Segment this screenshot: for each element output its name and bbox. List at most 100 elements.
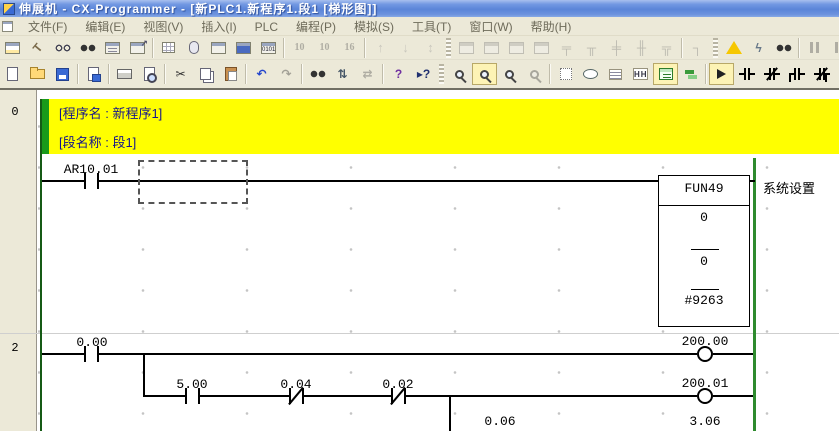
find-button[interactable] [305, 63, 330, 85]
menu-item-plc[interactable]: PLC [246, 18, 287, 36]
work-online-button[interactable]: ϟ [746, 37, 771, 59]
upload-button[interactable]: ↑ [368, 37, 393, 59]
context-help-button[interactable]: ▸? [411, 63, 436, 85]
rung-annotation-button[interactable] [603, 63, 628, 85]
download-button[interactable]: ↓ [393, 37, 418, 59]
rung-comment-button[interactable] [578, 63, 603, 85]
wire [42, 353, 84, 355]
io-comment-window-button[interactable] [206, 37, 231, 59]
rung-comment-icon [583, 69, 598, 79]
zoom-to-fit-button[interactable] [497, 63, 522, 85]
monitor-window-button[interactable] [231, 37, 256, 59]
change-all-button[interactable]: ⇄ [355, 63, 380, 85]
find-report-window-button[interactable] [75, 37, 100, 59]
ladder-view-button[interactable] [653, 63, 678, 85]
menu-item-simulation[interactable]: 模拟(S) [345, 18, 403, 36]
new-contact-button[interactable] [734, 63, 759, 85]
reset-instruction-button[interactable]: ╦ [654, 37, 679, 59]
menu-item-insert[interactable]: 插入(I) [192, 18, 245, 36]
address-reference-tool-button[interactable] [181, 37, 206, 59]
signed-decimal-display-button[interactable]: 10 [312, 37, 337, 59]
menu-item-program[interactable]: 编程(P) [287, 18, 345, 36]
differentiate-down-button[interactable]: ╥ [579, 37, 604, 59]
hex-display-button[interactable]: 16 [337, 37, 362, 59]
menu-item-help[interactable]: 帮助(H) [522, 18, 581, 36]
local-window-icon: T [30, 40, 45, 55]
workspace-toggle-button[interactable] [0, 37, 25, 59]
save-button[interactable] [50, 63, 75, 85]
open-button[interactable] [25, 63, 50, 85]
compare-button[interactable]: ↕ [418, 37, 443, 59]
zoom-out-icon [480, 70, 489, 79]
new-or-contact-button[interactable] [784, 63, 809, 85]
toolbar-grip[interactable] [713, 38, 718, 58]
menu-item-window[interactable]: 窗口(W) [460, 18, 521, 36]
zoom-in-button[interactable] [447, 63, 472, 85]
rung-number-2[interactable]: 2 [0, 341, 30, 355]
toolbar-grip[interactable] [439, 64, 444, 84]
pause-with-trigger-button[interactable] [802, 37, 827, 59]
paste-button[interactable] [218, 63, 243, 85]
binary-monitor-button[interactable]: 0101 [256, 37, 281, 59]
grid-toggle-icon [560, 68, 572, 80]
right-power-rail [753, 158, 756, 431]
edit-device-button[interactable] [81, 63, 106, 85]
undo-button[interactable]: ↶ [249, 63, 274, 85]
print-preview-button[interactable] [137, 63, 162, 85]
print-button[interactable] [112, 63, 137, 85]
mnemonic-view-button[interactable] [678, 63, 703, 85]
new-closed-or-contact-button[interactable] [809, 63, 834, 85]
vertical-line-button[interactable] [834, 63, 839, 85]
rung-header[interactable]: [程序名 : 新程序1] [段名称 : 段1] [49, 99, 839, 154]
edit-cursor[interactable] [138, 160, 248, 204]
redo-button[interactable]: ↷ [274, 63, 299, 85]
differentiate-up-button[interactable]: ╤ [554, 37, 579, 59]
set-instruction-button[interactable]: ╫ [629, 37, 654, 59]
local-window-button[interactable]: T [25, 37, 50, 59]
operand-2: 0 [659, 254, 749, 269]
select-mode-button[interactable] [709, 63, 734, 85]
work-online-simulator-button[interactable] [721, 37, 746, 59]
ladder-diagram-view[interactable]: 0 2 [程序名 : 新程序1] [段名称 : 段1] AR10.01 FUN4… [0, 88, 839, 431]
watch-sheet-4-button[interactable] [529, 37, 554, 59]
child-window-icon[interactable] [2, 21, 13, 32]
grid-toggle-button[interactable] [553, 63, 578, 85]
watch-sheet-2-button[interactable] [479, 37, 504, 59]
watch-sheet-1-button[interactable] [454, 37, 479, 59]
decimal-display-button[interactable]: 10 [287, 37, 312, 59]
immediate-refresh-button[interactable]: ╪ [604, 37, 629, 59]
new-button[interactable] [0, 63, 25, 85]
menu-item-file[interactable]: 文件(F) [19, 18, 76, 36]
toolbar-sep [364, 38, 366, 58]
wire [304, 395, 391, 397]
online-search-button[interactable] [771, 37, 796, 59]
new-closed-contact-button[interactable] [759, 63, 784, 85]
fun49-instruction-block[interactable]: FUN49 0 0 #9263 [658, 175, 750, 327]
zoom-out-button[interactable] [472, 63, 497, 85]
cross-reference-button[interactable] [156, 37, 181, 59]
rung-number-0[interactable]: 0 [0, 105, 30, 119]
zoom-100-button[interactable] [522, 63, 547, 85]
toolbar-grip[interactable] [446, 38, 451, 58]
cut-button[interactable]: ✂ [168, 63, 193, 85]
program-name-line: [程序名 : 新程序1] [59, 103, 162, 122]
menu-item-edit[interactable]: 编辑(E) [76, 18, 134, 36]
properties-button[interactable] [125, 37, 150, 59]
copy-button[interactable] [193, 63, 218, 85]
new-icon [7, 67, 18, 81]
wire [750, 180, 755, 182]
watch-sheet-3-button[interactable] [504, 37, 529, 59]
replace-button[interactable]: ⇅ [330, 63, 355, 85]
output-window-button[interactable] [100, 37, 125, 59]
menu-item-view[interactable]: 视图(V) [134, 18, 192, 36]
monitor-hh-button[interactable]: HH [628, 63, 653, 85]
toolbar-row-2: ✂ ↶↷ ⇅⇄?▸? HH [0, 60, 839, 88]
watch-window-button[interactable] [50, 37, 75, 59]
menu-item-tools[interactable]: 工具(T) [403, 18, 460, 36]
workspace-toggle-icon [5, 42, 20, 54]
line-connect-button[interactable]: ┐ [685, 37, 710, 59]
toolbar-sep [705, 64, 707, 84]
pause-monitor-button[interactable] [827, 37, 839, 59]
download-icon: ↓ [402, 41, 409, 55]
help-button[interactable]: ? [386, 63, 411, 85]
